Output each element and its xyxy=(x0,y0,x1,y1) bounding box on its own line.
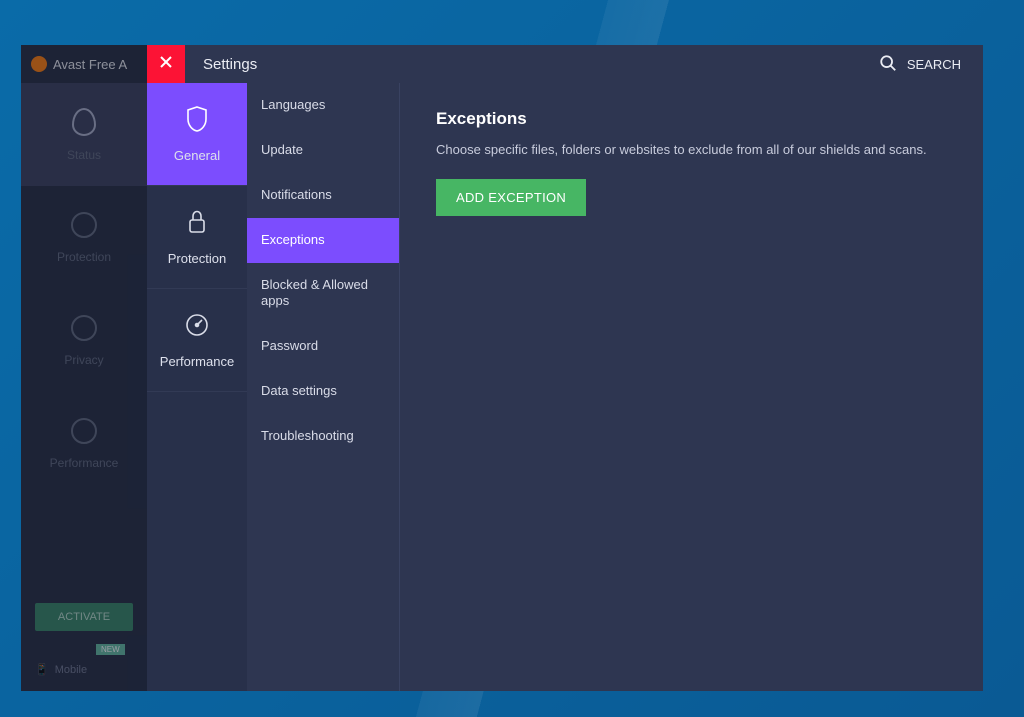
mobile-icon: 📱 xyxy=(35,663,49,676)
privacy-icon xyxy=(71,315,97,341)
category-item-general[interactable]: General xyxy=(147,83,247,186)
performance-icon xyxy=(71,418,97,444)
mobile-link[interactable]: 📱 Mobile xyxy=(21,663,147,676)
category-label: Protection xyxy=(168,251,227,266)
category-label: General xyxy=(174,148,220,163)
sidebar-bottom: ACTIVATE NEW 📱 Mobile xyxy=(21,595,147,691)
content-title: Exceptions xyxy=(436,109,947,129)
sub-item-update[interactable]: Update xyxy=(247,128,399,173)
sub-item-notifications[interactable]: Notifications xyxy=(247,173,399,218)
close-button[interactable] xyxy=(147,45,185,83)
sub-item-exceptions[interactable]: Exceptions xyxy=(247,218,399,263)
brand-label: Avast Free A xyxy=(53,57,127,72)
sub-item-password[interactable]: Password xyxy=(247,324,399,369)
category-sidebar: General Protection xyxy=(147,83,247,691)
brand-area: Avast Free A xyxy=(21,45,147,83)
new-badge: NEW xyxy=(96,644,125,655)
category-label: Performance xyxy=(160,354,234,369)
settings-title: Settings xyxy=(203,56,879,73)
shield-icon xyxy=(185,105,209,136)
mobile-label: Mobile xyxy=(55,664,87,676)
sidebar-item-label: Protection xyxy=(57,250,111,264)
status-shield-icon xyxy=(72,108,96,136)
sub-sidebar: Languages Update Notifications Exception… xyxy=(247,83,400,691)
sidebar-item-privacy[interactable]: Privacy xyxy=(21,289,147,392)
add-exception-button[interactable]: ADD EXCEPTION xyxy=(436,179,586,216)
protection-lock-icon xyxy=(71,212,97,238)
sidebar-item-status[interactable]: Status xyxy=(21,83,147,186)
sidebar-item-label: Performance xyxy=(50,456,119,470)
activate-button[interactable]: ACTIVATE xyxy=(35,603,133,631)
sidebar-item-protection[interactable]: Protection xyxy=(21,186,147,289)
search-button[interactable]: SEARCH xyxy=(879,54,983,75)
main-sidebar: Avast Free A Status Protection Privacy P… xyxy=(21,45,147,691)
sidebar-item-label: Status xyxy=(67,148,101,162)
gauge-icon xyxy=(185,311,209,342)
lock-icon xyxy=(185,208,209,239)
sidebar-item-performance[interactable]: Performance xyxy=(21,392,147,495)
content-description: Choose specific files, folders or websit… xyxy=(436,141,947,159)
sub-item-troubleshooting[interactable]: Troubleshooting xyxy=(247,414,399,459)
sub-item-blocked-allowed[interactable]: Blocked & Allowed apps xyxy=(247,263,399,325)
sub-item-languages[interactable]: Languages xyxy=(247,83,399,128)
category-item-protection[interactable]: Protection xyxy=(147,186,247,289)
sub-item-data-settings[interactable]: Data settings xyxy=(247,369,399,414)
brand-logo-icon xyxy=(31,56,47,72)
sidebar-item-label: Privacy xyxy=(64,353,103,367)
settings-modal: Settings SEARCH General xyxy=(147,45,983,691)
search-label: SEARCH xyxy=(907,57,961,72)
content-area: Exceptions Choose specific files, folder… xyxy=(400,83,983,691)
settings-header: Settings SEARCH xyxy=(147,45,983,83)
settings-body: General Protection xyxy=(147,83,983,691)
category-item-performance[interactable]: Performance xyxy=(147,289,247,392)
close-icon xyxy=(160,55,172,73)
search-icon xyxy=(879,54,897,75)
